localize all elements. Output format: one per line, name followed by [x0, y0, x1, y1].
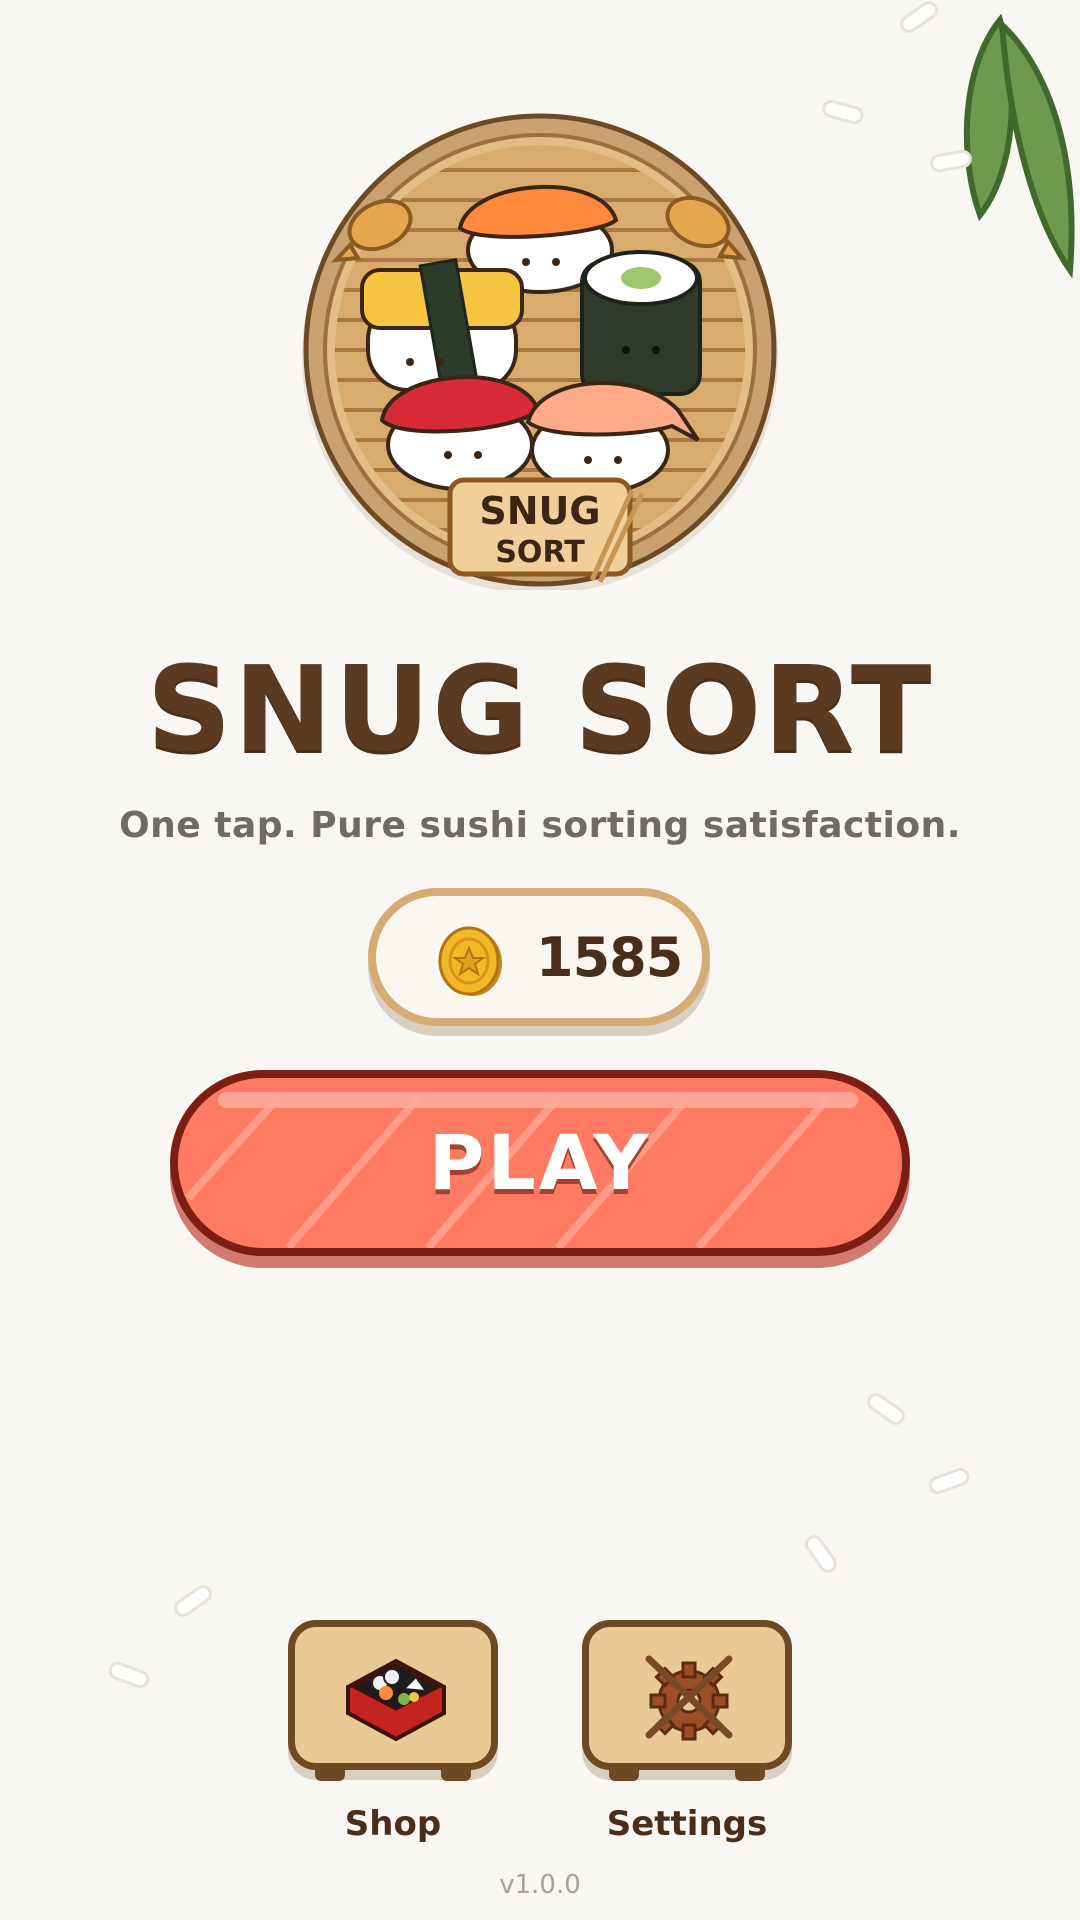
svg-text:SNUG: SNUG [479, 489, 600, 533]
game-logo: SNUG SORT [302, 113, 778, 590]
coin-icon [438, 926, 502, 996]
shop-button[interactable] [288, 1620, 498, 1781]
play-label: PLAY [428, 1118, 652, 1207]
svg-text:SORT: SORT [495, 535, 585, 570]
gear-chopsticks-icon [645, 1655, 733, 1741]
shop-label: Shop [344, 1804, 442, 1844]
settings-label: Settings [606, 1804, 768, 1844]
coin-counter: 1585 [368, 888, 710, 1026]
play-button[interactable]: PLAY [170, 1070, 910, 1256]
game-title: SNUG SORT [146, 640, 934, 778]
maki-roll-icon [580, 250, 702, 396]
rice-grain-icon [170, 1581, 216, 1621]
logo-sign: SNUG SORT [447, 477, 645, 584]
bamboo-leaf-bottom-left-icon [0, 1400, 150, 1710]
tamago-nigiri-icon [360, 258, 524, 392]
tagline: One tap. Pure sushi sorting satisfaction… [119, 805, 961, 846]
rice-grain-icon [896, 0, 942, 37]
rice-grain-icon [926, 1465, 972, 1497]
rice-grain-icon [820, 97, 866, 127]
coin-count: 1585 [536, 926, 683, 989]
rice-grain-icon [863, 1389, 909, 1429]
tuna-nigiri-icon [379, 375, 541, 491]
rice-grain-icon [801, 1531, 841, 1577]
version-label: v1.0.0 [499, 1870, 581, 1900]
settings-button[interactable] [582, 1620, 792, 1781]
bento-box-icon [346, 1658, 446, 1742]
bamboo-leaf-top-right-icon [963, 13, 1075, 279]
